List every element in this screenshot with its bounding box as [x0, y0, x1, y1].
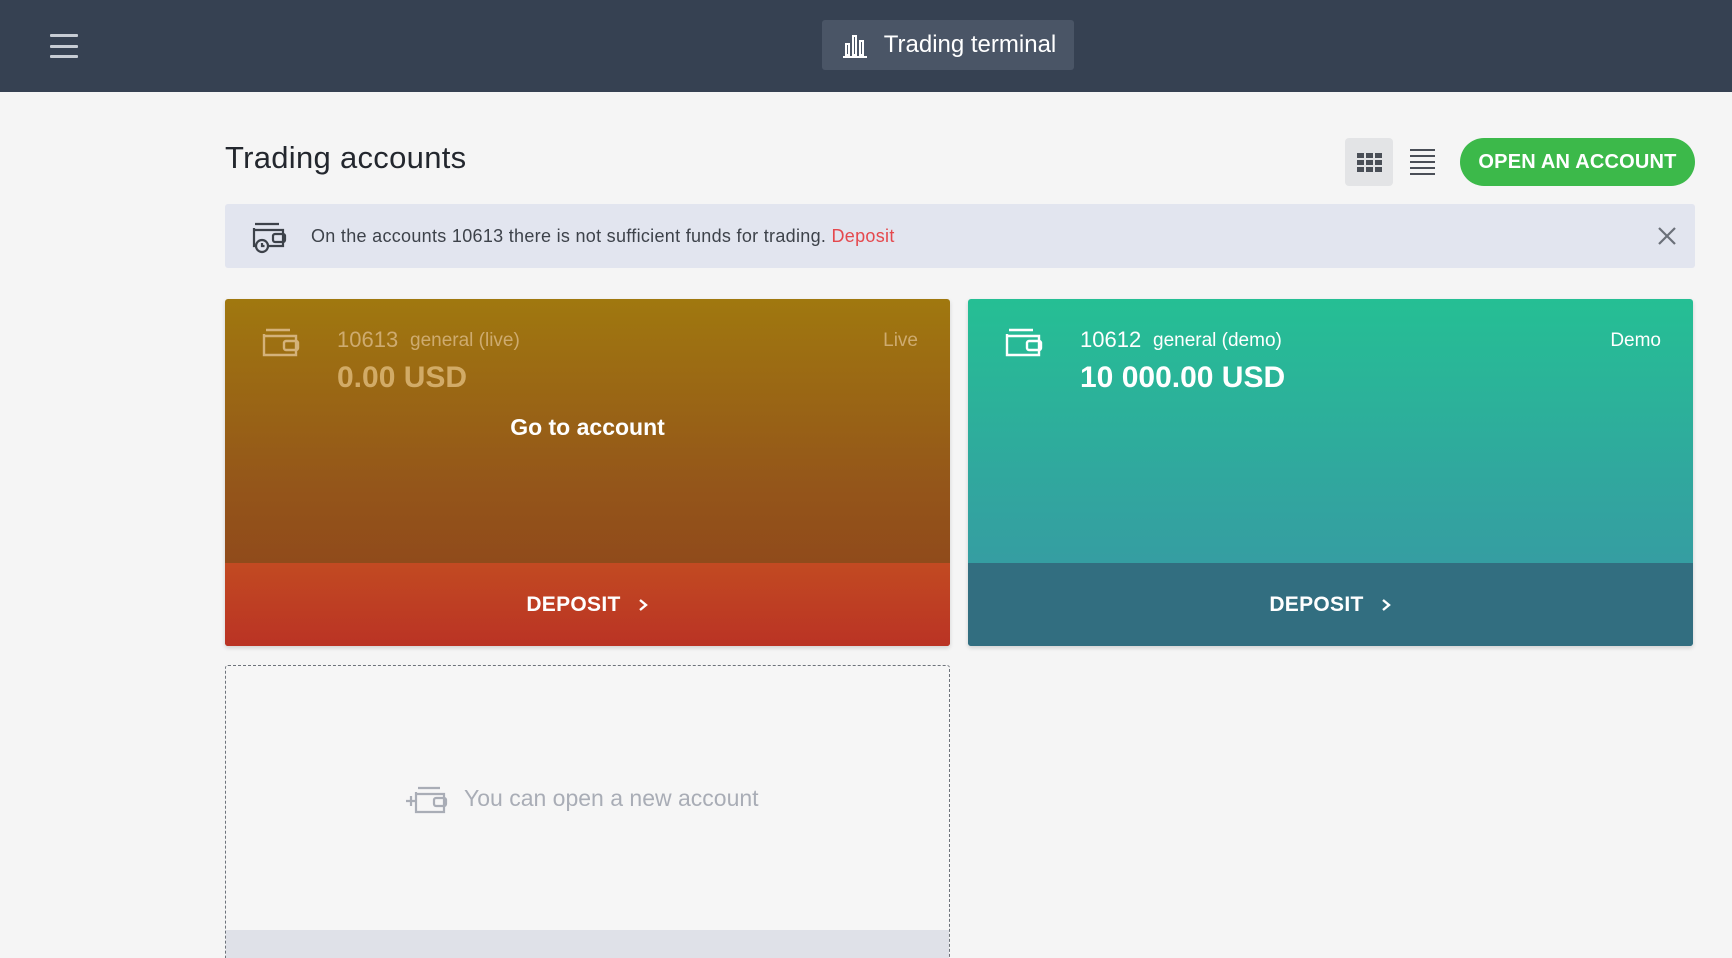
new-account-footer — [226, 930, 949, 958]
trading-terminal-label: Trading terminal — [883, 31, 1057, 58]
deposit-button[interactable]: DEPOSIT — [968, 563, 1693, 646]
account-balance: 10 000.00 USD — [1080, 361, 1286, 394]
page-title: Trading accounts — [225, 140, 467, 175]
insufficient-funds-notice: On the accounts 10613 there is not suffi… — [225, 204, 1695, 268]
grid-icon — [1356, 152, 1382, 172]
notice-text: On the accounts 10613 there is not suffi… — [311, 226, 832, 246]
account-card-demo[interactable]: 10612 general (demo) Demo 10 000.00 USD … — [968, 299, 1693, 646]
bar-chart-icon — [842, 35, 867, 58]
add-wallet-icon — [406, 786, 448, 814]
new-account-prompt: You can open a new account — [406, 778, 759, 818]
trading-terminal-button[interactable]: Trading terminal — [822, 20, 1074, 70]
hamburger-menu-icon[interactable] — [44, 30, 84, 62]
account-badge: Live — [883, 330, 918, 351]
grid-view-toggle[interactable] — [1345, 138, 1393, 186]
open-account-button[interactable]: OPEN AN ACCOUNT — [1460, 138, 1695, 186]
list-view-toggle[interactable] — [1398, 138, 1446, 186]
list-icon — [1409, 149, 1435, 151]
new-account-label: You can open a new account — [464, 784, 759, 811]
chevron-right-icon — [638, 598, 648, 611]
wallet-clock-icon — [252, 222, 287, 254]
open-new-account-card[interactable]: You can open a new account — [225, 665, 950, 958]
deposit-label: DEPOSIT — [1269, 592, 1364, 616]
account-number: 10612 — [1080, 327, 1142, 352]
close-icon[interactable] — [1655, 224, 1679, 248]
deposit-label: DEPOSIT — [526, 592, 621, 616]
account-number: 10613 — [337, 327, 399, 352]
account-type: general (demo) — [1153, 330, 1282, 351]
account-badge: Demo — [1610, 330, 1661, 351]
top-bar: Trading terminal — [0, 0, 1732, 92]
notice-deposit-link[interactable]: Deposit — [831, 226, 894, 246]
go-to-account-button[interactable]: Go to account — [225, 414, 950, 441]
account-balance: 0.00 USD — [337, 361, 468, 394]
chevron-right-icon — [1381, 598, 1391, 611]
wallet-icon — [1005, 328, 1043, 357]
deposit-button[interactable]: DEPOSIT — [225, 563, 950, 646]
wallet-icon — [262, 328, 300, 357]
account-card-live[interactable]: 10613 general (live) Live 0.00 USD Go to… — [225, 299, 950, 646]
account-type: general (live) — [410, 330, 520, 351]
notice-message: On the accounts 10613 there is not suffi… — [311, 226, 895, 247]
